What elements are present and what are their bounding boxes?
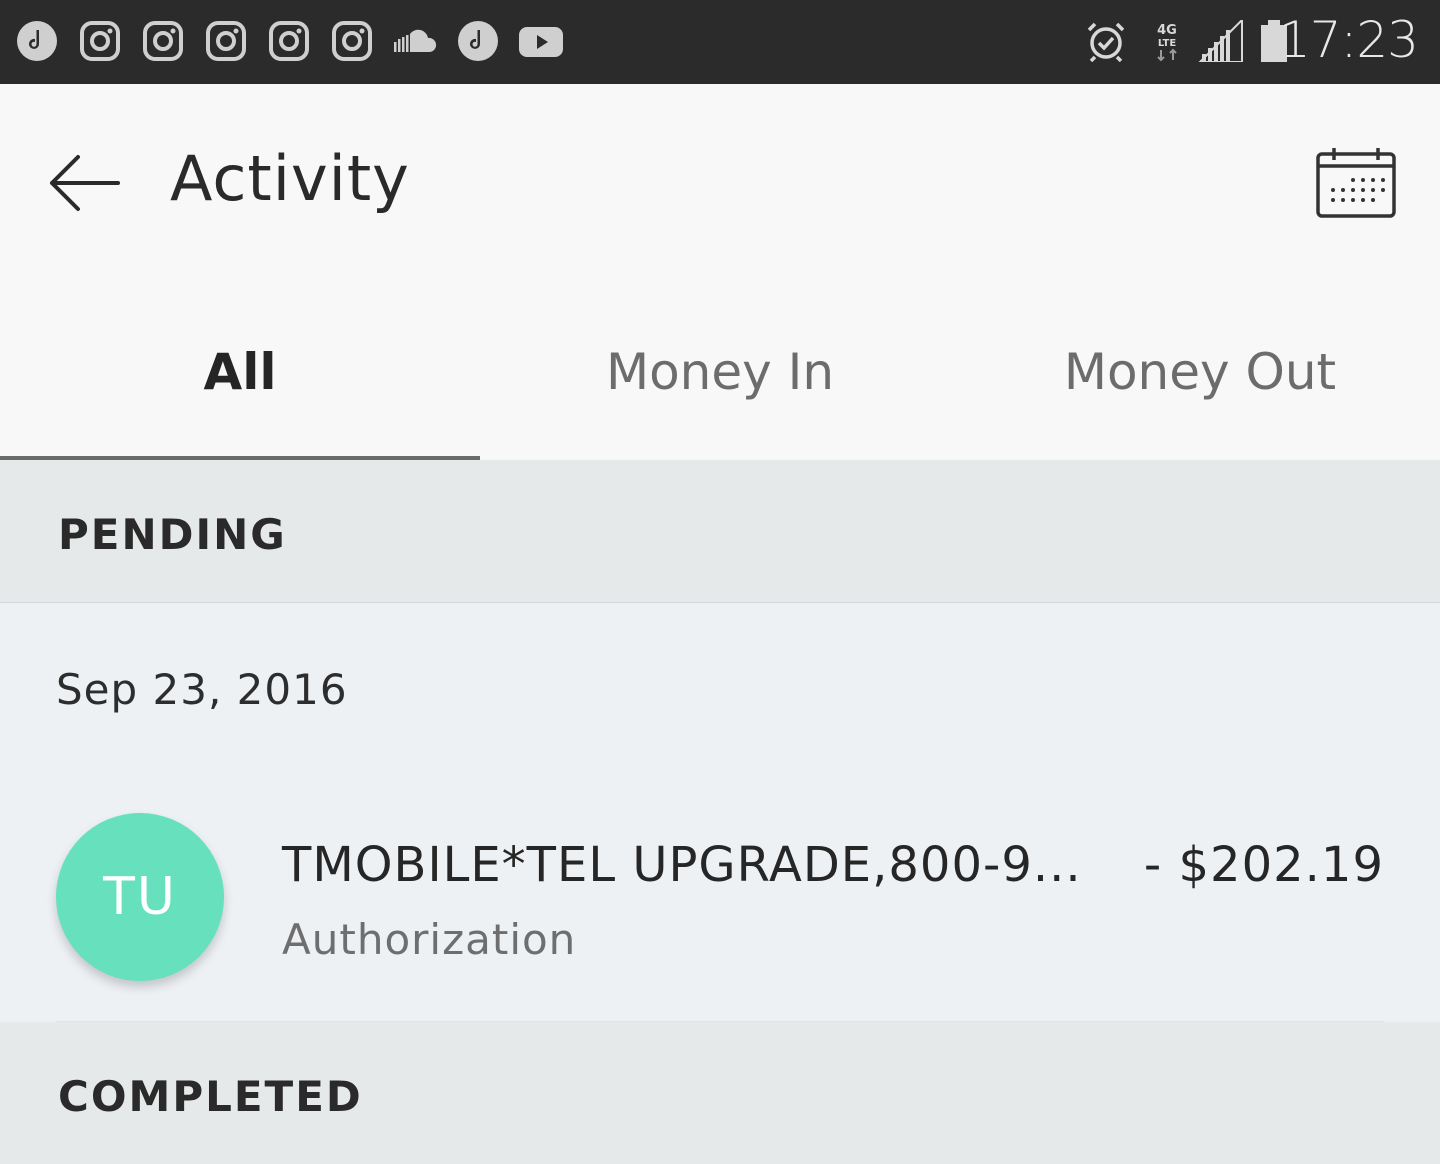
soundcloud-icon <box>394 29 437 52</box>
svg-text:4G: 4G <box>1157 23 1177 38</box>
instagram-icon <box>269 21 309 61</box>
app-bar: Activity <box>0 84 1440 284</box>
tab-money-in[interactable]: Money In <box>480 284 960 460</box>
instagram-icon <box>332 21 372 61</box>
pending-list: Sep 23, 2016 TU TMOBILE*TEL UPGRADE,800-… <box>0 602 1440 1023</box>
alarm-icon <box>1087 22 1125 62</box>
status-clock: 17:23 <box>1278 11 1419 69</box>
page-title: Activity <box>170 142 410 215</box>
svg-text:LTE: LTE <box>1158 38 1177 49</box>
date-group-label: Sep 23, 2016 <box>56 665 348 714</box>
transaction-amount: - $202.19 <box>1143 837 1384 893</box>
back-button[interactable] <box>40 148 128 218</box>
transaction-type: Authorization <box>282 915 577 964</box>
avatar-initials: TU <box>103 867 177 927</box>
tab-bar: All Money In Money Out <box>0 284 1440 460</box>
calendar-button[interactable] <box>1308 144 1404 224</box>
tab-money-out[interactable]: Money Out <box>960 284 1440 460</box>
4g-lte-icon: 4G LTE <box>1157 23 1177 62</box>
arrow-left-icon <box>50 155 120 211</box>
youtube-icon <box>519 27 563 57</box>
status-bar: 4G LTE 17:23 <box>0 0 1440 84</box>
avatar: TU <box>56 813 224 981</box>
signal-icon <box>1198 20 1243 62</box>
section-header-pending: PENDING <box>0 460 1440 602</box>
transaction-merchant: TMOBILE*TEL UPGRADE,800-9... <box>282 837 1082 893</box>
tab-all[interactable]: All <box>0 284 480 460</box>
calendar-icon <box>1316 148 1396 218</box>
section-title-pending: PENDING <box>58 510 287 559</box>
instagram-icon <box>206 21 246 61</box>
tiktok-icon <box>458 21 498 61</box>
section-title-completed: COMPLETED <box>58 1072 363 1121</box>
instagram-icon <box>80 21 120 61</box>
section-header-completed: COMPLETED <box>0 1022 1440 1164</box>
instagram-icon <box>143 21 183 61</box>
tiktok-icon <box>17 21 57 61</box>
